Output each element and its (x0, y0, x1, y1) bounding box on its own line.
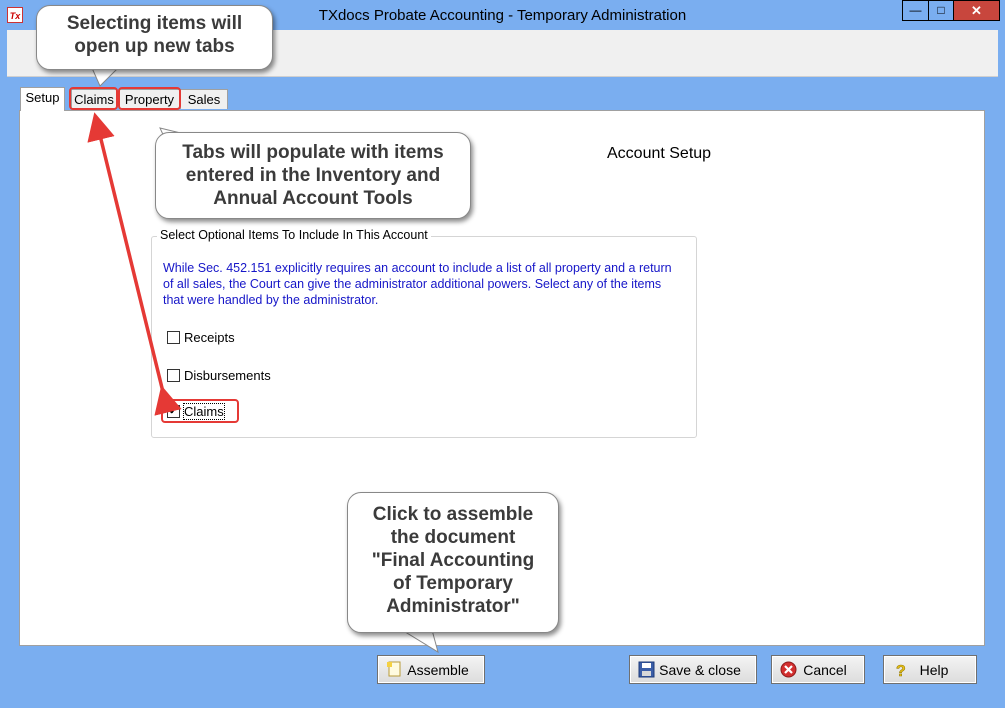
save-close-label: Save & close (659, 662, 741, 678)
save-close-button[interactable]: Save & close (629, 655, 757, 684)
help-button[interactable]: ? Help (883, 655, 977, 684)
receipts-checkbox[interactable] (167, 331, 180, 344)
tab-sales[interactable]: Sales (180, 89, 228, 109)
page-title: Account Setup (607, 145, 712, 162)
help-label: Help (919, 662, 949, 678)
callout-tabs-open: Selecting items will open up new tabs (36, 5, 273, 70)
explanation-text: While Sec. 452.151 explicitly requires a… (163, 261, 672, 307)
receipts-label: Receipts (184, 330, 235, 345)
close-button[interactable]: ✕ (953, 0, 1000, 21)
assemble-button[interactable]: Assemble (377, 655, 485, 684)
tab-setup[interactable]: Setup (20, 87, 65, 111)
cancel-label: Cancel (803, 662, 847, 678)
disbursements-label: Disbursements (184, 368, 271, 383)
callout-assemble: Click to assemble the document "Final Ac… (347, 492, 559, 633)
disbursements-checkbox[interactable] (167, 369, 180, 382)
minimize-button[interactable]: — (902, 0, 929, 21)
groupbox-title: Select Optional Items To Include In This… (157, 228, 431, 242)
cancel-button[interactable]: Cancel (771, 655, 865, 684)
maximize-button[interactable]: □ (928, 0, 954, 21)
callout-tabs-populate: Tabs will populate with items entered in… (155, 132, 471, 219)
assemble-label: Assemble (407, 662, 469, 678)
property-tab-highlight (118, 87, 181, 110)
claims-option-highlight (161, 399, 239, 423)
claims-tab-highlight (69, 87, 118, 110)
